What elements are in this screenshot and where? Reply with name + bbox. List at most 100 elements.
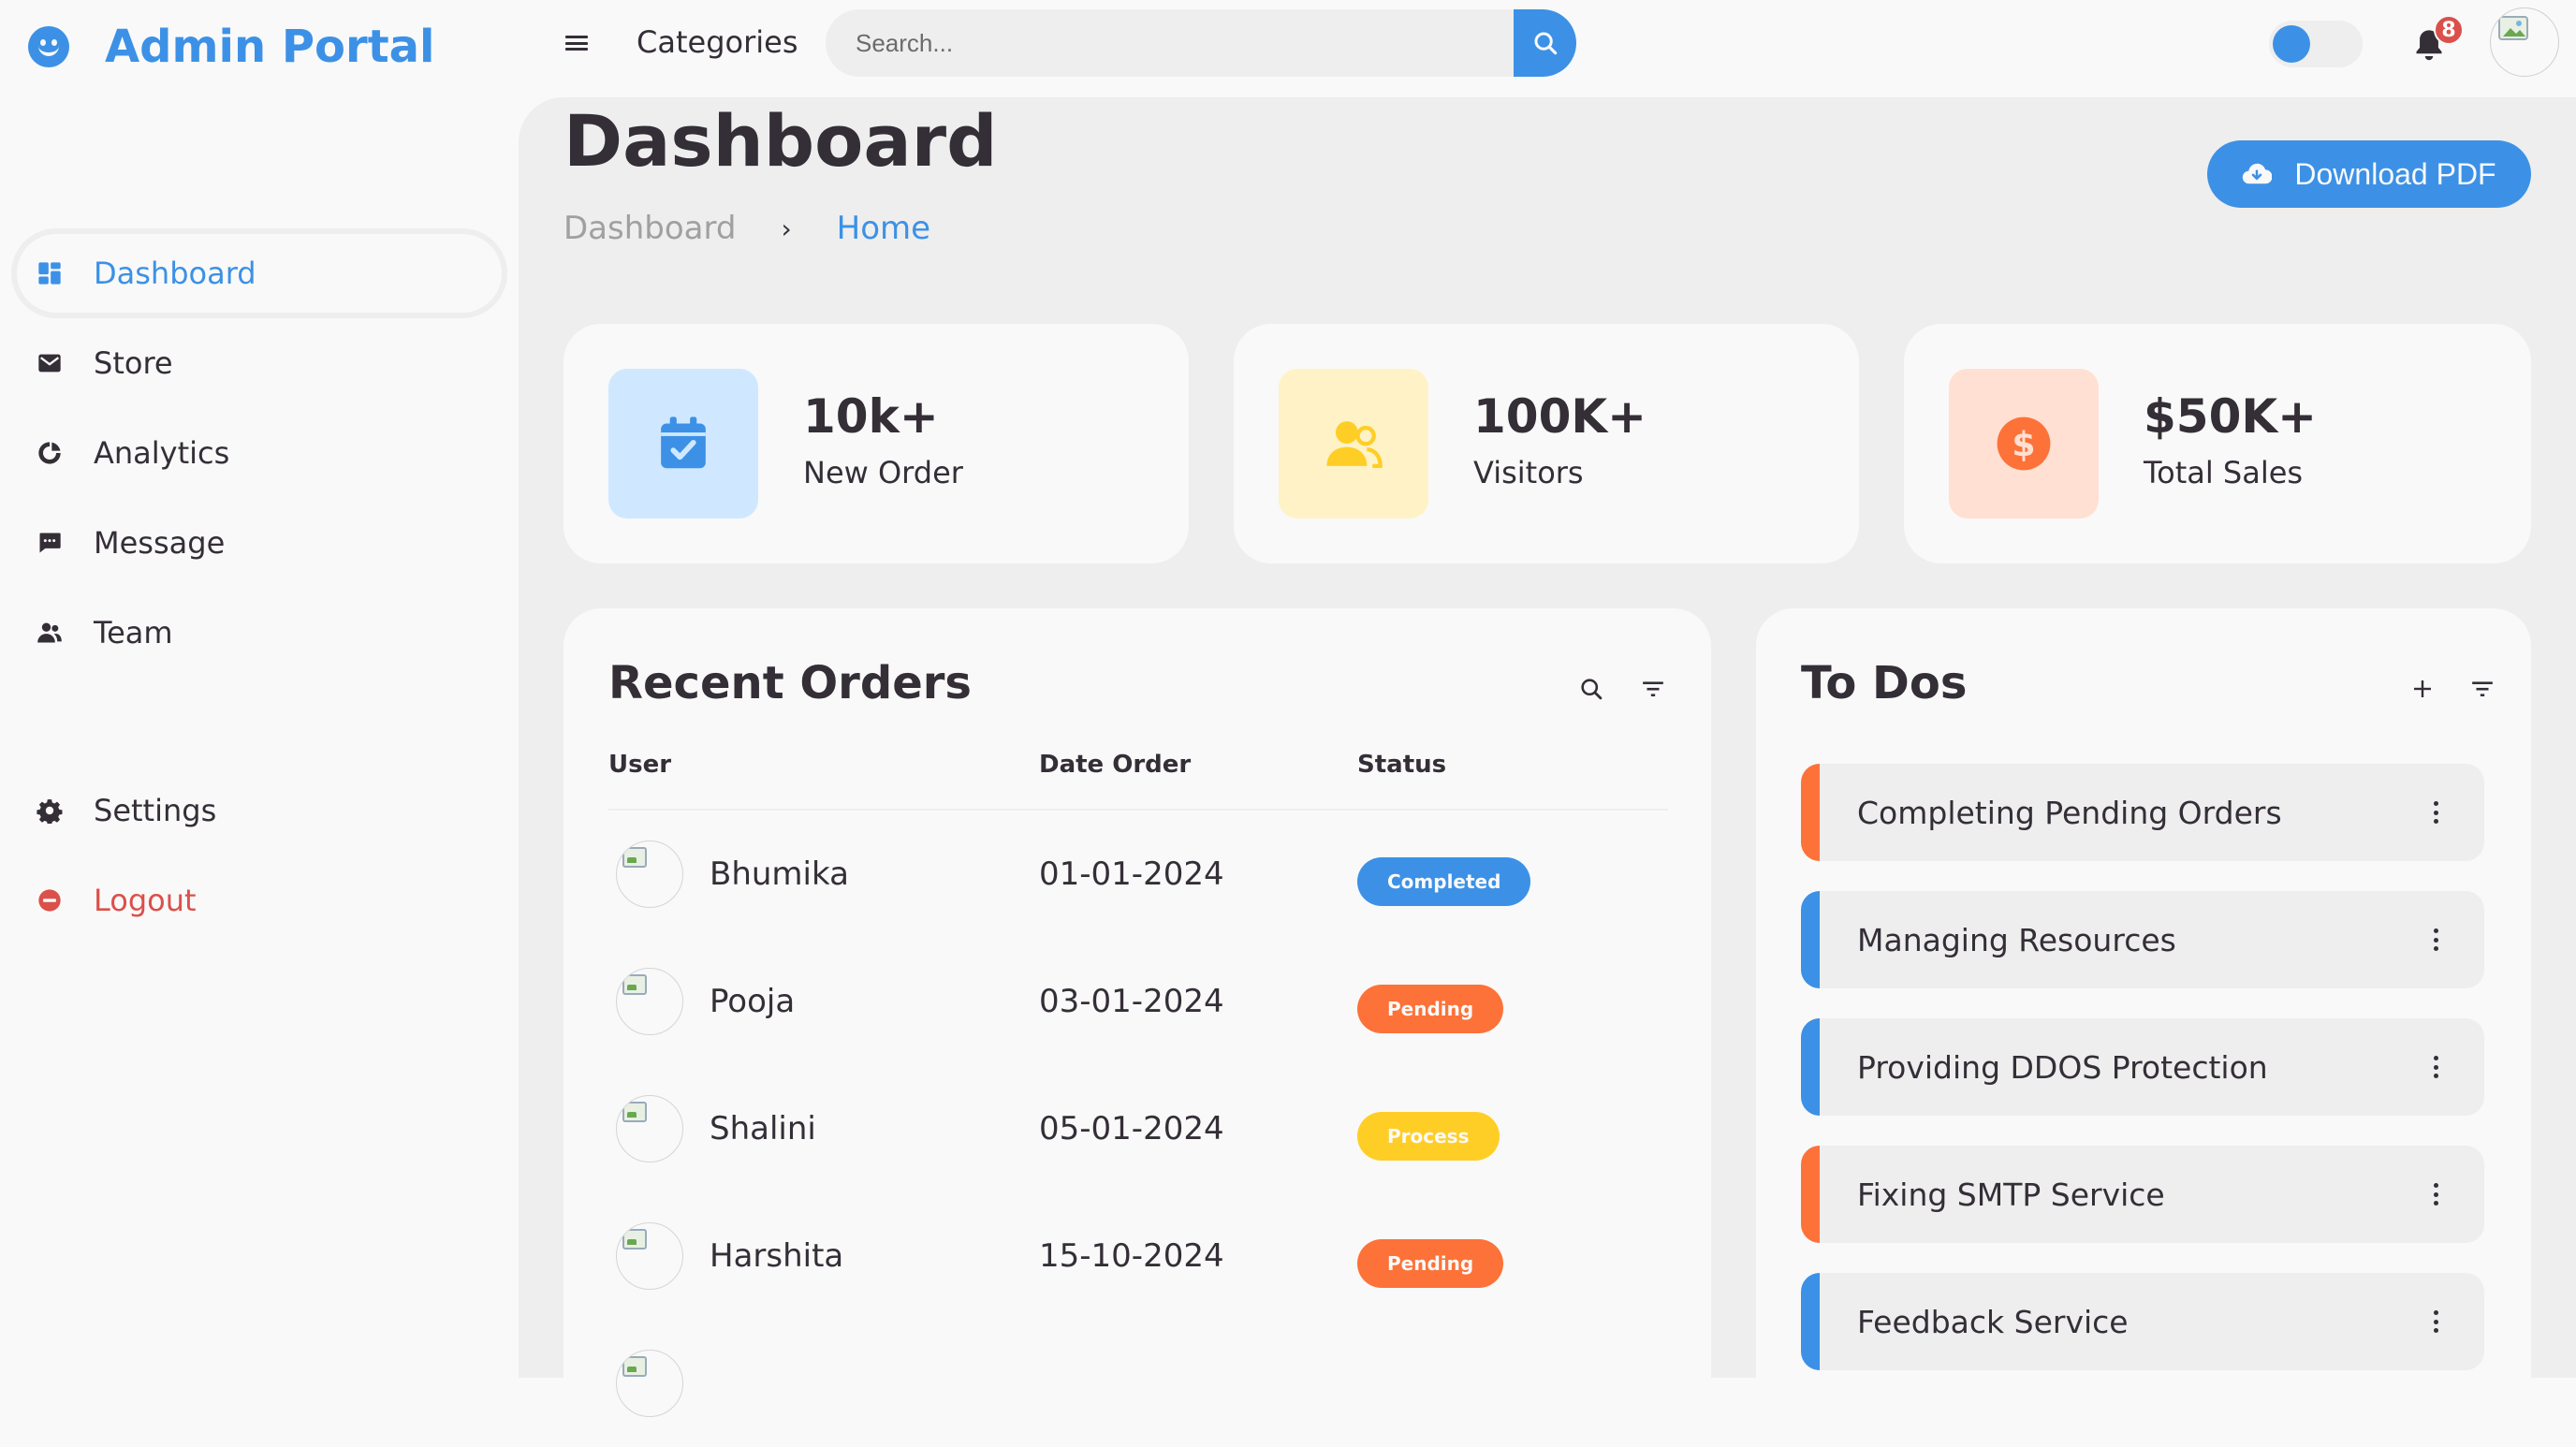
todo-item[interactable]: Providing DDOS Protection [1801,1018,2484,1116]
todo-item[interactable]: Managing Resources [1801,891,2484,988]
todo-text: Providing DDOS Protection [1857,1048,2268,1086]
table-row[interactable]: Bhumika 01-01-2024 Completed [608,811,1668,938]
svg-text:$: $ [2012,424,2035,464]
todo-item[interactable]: Feedback Service [1801,1273,2484,1370]
sidebar-menu-bottom: Settings Logout [0,766,519,945]
filter-icon[interactable] [1636,672,1670,706]
todo-list: Completing Pending Orders Managing Resou… [1801,764,2484,1400]
dark-mode-toggle[interactable] [2269,21,2363,67]
smiley-icon [28,26,69,67]
hamburger-menu-icon[interactable] [565,32,588,54]
gear-icon [36,797,64,825]
status-badge: Pending [1357,985,1504,1033]
order-user: Bhumika [710,855,849,893]
status-badge: Process [1357,1112,1500,1161]
todo-item[interactable]: Completing Pending Orders [1801,764,2484,861]
top-navbar: Admin Portal Categories 8 [0,0,2576,94]
sidebar-item-label: Logout [94,883,197,918]
stat-card-new-order: 10k+ New Order [564,324,1189,563]
store-icon [36,349,64,377]
more-vertical-icon[interactable] [2424,1052,2447,1082]
sidebar-item-logout[interactable]: Logout [0,855,519,945]
sidebar-item-team[interactable]: Team [0,588,519,678]
breadcrumb: Dashboard › Home [564,210,930,247]
chevron-right-icon: › [781,212,792,244]
sidebar-item-label: Store [94,345,173,381]
toggle-knob [2273,25,2310,63]
todo-text: Feedback Service [1857,1303,2129,1340]
more-vertical-icon[interactable] [2424,925,2447,955]
brand-name: Admin Portal [105,21,435,73]
calendar-check-icon [608,369,758,519]
page-title: Dashboard [564,99,998,183]
recent-orders-panel: Recent Orders User Date Order Status Bhu… [564,608,1711,1417]
orders-table: User Date Order Status Bhumika 01-01-202… [608,751,1668,1447]
avatar [616,968,683,1035]
stat-value: $50K+ [2144,389,2318,444]
order-date: 15-10-2024 [1039,1237,1224,1275]
sidebar-item-dashboard[interactable]: Dashboard [11,228,507,318]
notification-button[interactable]: 8 [2411,15,2464,67]
sidebar-item-message[interactable]: Message [0,498,519,588]
search-icon [1534,32,1557,55]
stat-label: Visitors [1473,455,1584,490]
todo-status-bar [1801,1273,1820,1370]
column-header-status: Status [1357,751,1447,779]
plus-icon[interactable] [2406,672,2439,706]
message-icon [36,529,64,557]
sidebar-item-store[interactable]: Store [0,318,519,408]
cloud-download-icon [2243,163,2273,184]
table-row[interactable]: Shalini 05-01-2024 Process [608,1065,1668,1192]
order-user: Pooja [710,983,796,1020]
stat-card-total-sales: $ $50K+ Total Sales [1904,324,2531,563]
sidebar-item-label: Message [94,525,226,561]
table-row[interactable]: Pooja 03-01-2024 Pending [608,938,1668,1065]
column-header-date: Date Order [1039,751,1192,779]
dollar-circle-icon: $ [1949,369,2099,519]
column-header-user: User [608,751,672,779]
status-badge: Completed [1357,857,1531,906]
table-row[interactable]: Harshita 15-10-2024 Pending [608,1192,1668,1320]
avatar [616,1222,683,1290]
stat-value: 100K+ [1473,389,1647,444]
recent-orders-title: Recent Orders [608,657,972,709]
brand[interactable]: Admin Portal [28,19,434,75]
group-icon [1279,369,1428,519]
sidebar-menu-top: Dashboard Store Analytics Message Team [0,228,519,678]
more-vertical-icon[interactable] [2424,797,2447,827]
todo-item[interactable]: Fixing SMTP Service [1801,1146,2484,1243]
todo-status-bar [1801,1018,1820,1116]
avatar [616,1350,683,1417]
sidebar: Dashboard Store Analytics Message Team S… [0,94,519,1378]
todo-text: Completing Pending Orders [1857,794,2282,831]
search-icon[interactable] [1574,672,1608,706]
order-user: Harshita [710,1237,844,1275]
search-input[interactable] [826,9,1514,77]
sidebar-item-analytics[interactable]: Analytics [0,408,519,498]
avatar [616,840,683,908]
download-pdf-button[interactable]: Download PDF [2207,140,2531,208]
more-vertical-icon[interactable] [2424,1307,2447,1337]
order-date: 03-01-2024 [1039,983,1224,1020]
sidebar-item-label: Dashboard [94,256,256,291]
logout-icon [36,886,64,914]
categories-link[interactable]: Categories [637,24,798,60]
search-form [826,9,1576,77]
breadcrumb-item-home[interactable]: Home [837,210,930,247]
profile-avatar[interactable] [2490,7,2559,77]
status-badge: Pending [1357,1239,1504,1288]
order-date: 05-01-2024 [1039,1110,1224,1147]
todos-title: To Dos [1801,657,1968,709]
order-date: 01-01-2024 [1039,855,1224,893]
table-row[interactable] [608,1320,1668,1447]
breadcrumb-item-dashboard[interactable]: Dashboard [564,210,736,247]
search-button[interactable] [1514,9,1576,77]
dashboard-icon [36,259,64,287]
todos-panel: To Dos Completing Pending Orders Managin… [1756,608,2531,1395]
sidebar-item-label: Team [94,615,173,650]
filter-icon[interactable] [2466,672,2499,706]
more-vertical-icon[interactable] [2424,1179,2447,1209]
team-icon [36,619,64,647]
sidebar-item-settings[interactable]: Settings [0,766,519,855]
todo-status-bar [1801,1146,1820,1243]
